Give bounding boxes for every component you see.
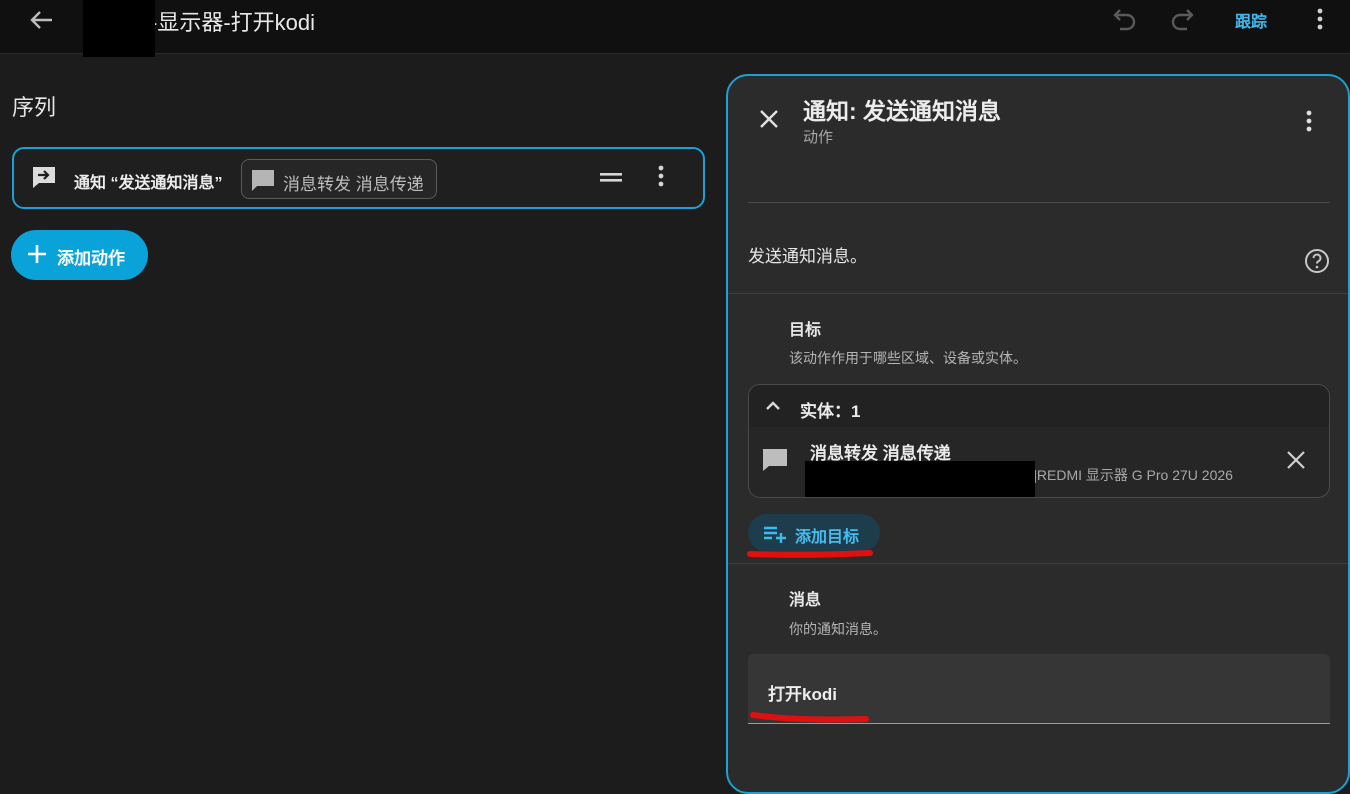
more-vertical-icon <box>1317 8 1323 30</box>
divider <box>728 563 1348 564</box>
entity-list: 实体：1 消息转发 消息传递 ]REDMI 显示器 G Pro 27U 2026 <box>748 384 1330 498</box>
undo-button[interactable] <box>1108 6 1138 32</box>
page-title: -显示器-打开kodi <box>150 10 316 35</box>
divider <box>728 293 1348 294</box>
redaction-block <box>805 461 1035 497</box>
trace-button[interactable]: 跟踪 <box>1235 8 1267 32</box>
message-icon <box>761 447 789 473</box>
target-help-text: 该动作作用于哪些区域、设备或实体。 <box>789 350 1027 366</box>
arrow-left-icon <box>30 11 52 29</box>
add-target-button[interactable]: 添加目标 <box>748 514 880 552</box>
panel-subtitle: 动作 <box>803 129 834 146</box>
overflow-menu-button[interactable] <box>1308 6 1332 32</box>
drag-handle-icon[interactable] <box>598 167 624 187</box>
message-input-value: 打开kodi <box>768 685 837 704</box>
redo-icon <box>1171 9 1194 31</box>
entity-count: 实体：1 <box>800 402 861 421</box>
add-action-label: 添加动作 <box>57 249 125 268</box>
top-app-bar: -显示器-打开kodi 跟踪 <box>0 0 1350 57</box>
close-icon <box>1287 451 1305 469</box>
action-editor-panel: 通知: 发送通知消息 动作 发送通知消息。 目标 该动作作用于哪些区域、设备或实… <box>726 74 1350 794</box>
remove-entity-button[interactable] <box>1285 449 1307 471</box>
panel-title: 通知: 发送通知消息 <box>803 98 1002 124</box>
undo-icon <box>1113 9 1136 31</box>
more-vertical-icon <box>658 165 664 187</box>
target-chip[interactable]: 消息转发 消息传递 <box>241 159 437 199</box>
back-button[interactable] <box>26 6 56 34</box>
panel-menu-button[interactable] <box>1298 108 1320 134</box>
message-help-text: 你的通知消息。 <box>789 621 887 637</box>
add-target-label: 添加目标 <box>795 529 860 546</box>
redaction-block <box>83 0 155 57</box>
close-button[interactable] <box>756 106 782 132</box>
entity-group-header[interactable]: 实体：1 <box>749 385 1329 427</box>
sequence-heading: 序列 <box>12 95 57 120</box>
action-row[interactable]: 通知 “发送通知消息” 消息转发 消息传递 <box>12 147 705 209</box>
add-action-button[interactable]: 添加动作 <box>11 230 148 280</box>
help-icon[interactable] <box>1304 248 1330 274</box>
redo-button[interactable] <box>1169 6 1199 32</box>
action-description: 发送通知消息。 <box>748 247 867 266</box>
action-label: 通知 “发送通知消息” <box>74 175 223 192</box>
divider <box>748 202 1330 203</box>
playlist-plus-icon <box>762 523 788 545</box>
target-label: 目标 <box>789 322 822 339</box>
close-icon <box>760 110 778 128</box>
annotation-underline <box>750 712 869 723</box>
message-arrow-icon <box>30 164 58 190</box>
chevron-up-icon <box>763 396 783 416</box>
message-icon <box>250 168 276 192</box>
plus-icon <box>26 243 48 265</box>
chip-label: 消息转发 消息传递 <box>283 175 424 194</box>
action-menu-button[interactable] <box>650 163 672 189</box>
more-vertical-icon <box>1306 110 1312 132</box>
message-label: 消息 <box>789 592 822 609</box>
annotation-underline <box>747 550 873 558</box>
entity-device: ]REDMI 显示器 G Pro 27U 2026 <box>1033 467 1233 483</box>
